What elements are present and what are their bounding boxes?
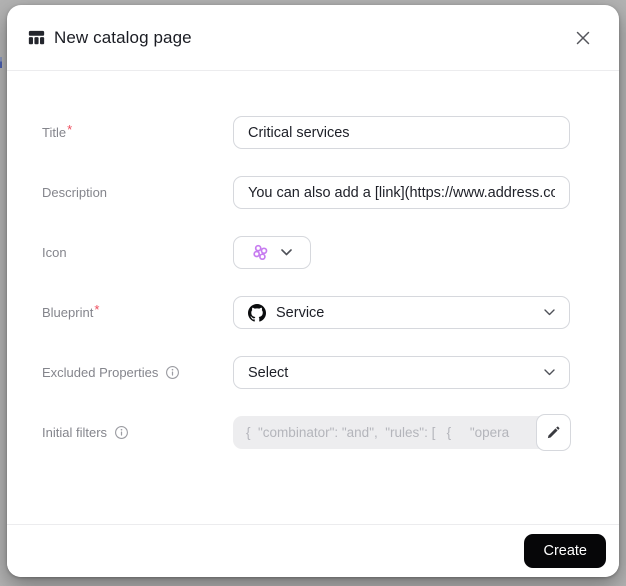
modal-footer: Create bbox=[7, 524, 619, 577]
chevron-down-icon bbox=[544, 369, 555, 376]
info-icon[interactable] bbox=[114, 425, 129, 440]
excluded-properties-select[interactable]: Select bbox=[233, 356, 570, 389]
create-button[interactable]: Create bbox=[524, 534, 606, 568]
description-row: Description bbox=[42, 176, 619, 209]
title-input[interactable] bbox=[233, 116, 570, 149]
close-icon bbox=[576, 31, 590, 45]
new-catalog-page-modal: New catalog page Title * Description bbox=[7, 5, 619, 577]
selected-cluster-icon bbox=[252, 244, 269, 261]
icon-row: Icon bbox=[42, 236, 619, 269]
blueprint-label: Blueprint bbox=[42, 305, 93, 320]
blueprint-select[interactable]: Service bbox=[233, 296, 570, 329]
chevron-down-icon bbox=[281, 249, 292, 256]
modal-title: New catalog page bbox=[54, 28, 192, 48]
title-row: Title * bbox=[42, 116, 619, 149]
info-icon[interactable] bbox=[165, 365, 180, 380]
icon-picker-dropdown[interactable] bbox=[233, 236, 311, 269]
background-artifact bbox=[0, 57, 2, 68]
title-required-asterisk: * bbox=[67, 122, 72, 137]
excluded-properties-placeholder: Select bbox=[248, 365, 288, 381]
catalog-table-icon bbox=[28, 29, 45, 46]
modal-header: New catalog page bbox=[7, 5, 619, 71]
close-button[interactable] bbox=[573, 28, 593, 48]
icon-label: Icon bbox=[42, 245, 67, 260]
catalog-page-form: Title * Description Icon bbox=[7, 71, 619, 449]
excluded-properties-label: Excluded Properties bbox=[42, 365, 158, 380]
initial-filters-input bbox=[233, 416, 570, 449]
description-input[interactable] bbox=[233, 176, 570, 209]
initial-filters-label: Initial filters bbox=[42, 425, 107, 440]
excluded-properties-row: Excluded Properties Select bbox=[42, 356, 619, 389]
initial-filters-row: Initial filters bbox=[42, 416, 619, 449]
blueprint-required-asterisk: * bbox=[94, 302, 99, 317]
pencil-icon bbox=[546, 425, 561, 440]
chevron-down-icon bbox=[544, 309, 555, 316]
title-label: Title bbox=[42, 125, 66, 140]
edit-filters-button[interactable] bbox=[536, 414, 571, 451]
description-label: Description bbox=[42, 185, 107, 200]
blueprint-selected-value: Service bbox=[276, 305, 324, 321]
github-icon bbox=[248, 304, 266, 322]
blueprint-row: Blueprint * Service bbox=[42, 296, 619, 329]
